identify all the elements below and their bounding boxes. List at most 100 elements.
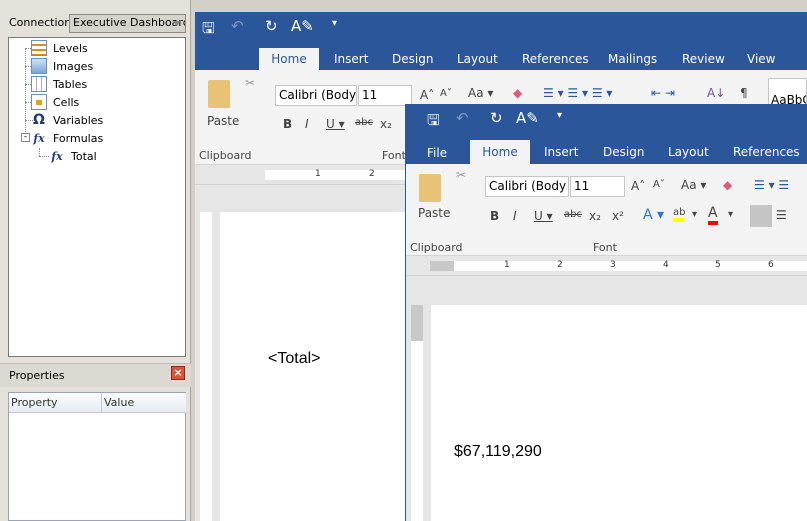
tree-item-label: Cells xyxy=(53,95,80,109)
strikethrough-button[interactable]: abc xyxy=(564,209,582,220)
clear-formatting-icon[interactable]: ◆ xyxy=(513,86,522,100)
tab-references[interactable]: References xyxy=(733,145,800,159)
properties-title: Properties xyxy=(9,369,65,382)
tree-item-tables[interactable]: Tables xyxy=(31,75,87,93)
images-icon xyxy=(31,58,47,74)
tab-design[interactable]: Design xyxy=(603,145,644,159)
font-size-box[interactable]: 11 xyxy=(570,176,625,197)
grow-font-icon[interactable]: A˄ xyxy=(420,88,434,102)
clear-formatting-icon[interactable]: ◆ xyxy=(723,178,732,192)
grow-font-icon[interactable]: A˄ xyxy=(631,179,645,193)
bullets-icon[interactable]: ☰ ▾ ☰ xyxy=(754,178,789,192)
superscript-button[interactable]: x² xyxy=(612,209,624,223)
clipboard-group-label: Clipboard xyxy=(199,149,252,162)
paste-label[interactable]: Paste xyxy=(207,114,239,128)
subscript-button[interactable]: x₂ xyxy=(589,209,601,223)
change-case-icon[interactable]: Aa ▾ xyxy=(468,86,493,100)
change-case-icon[interactable]: Aa ▾ xyxy=(681,178,706,192)
bold-button[interactable]: B xyxy=(283,117,292,131)
tab-home[interactable]: Home xyxy=(470,140,530,164)
properties-table: Property Value xyxy=(8,392,186,521)
tab-view[interactable]: View xyxy=(747,52,775,66)
cut-icon[interactable]: ✂ xyxy=(456,168,466,182)
font-size-box[interactable]: 11 xyxy=(358,85,412,106)
cut-icon[interactable]: ✂ xyxy=(245,76,255,90)
paste-label[interactable]: Paste xyxy=(418,206,450,220)
undo-icon[interactable]: ↶ xyxy=(231,17,244,35)
shrink-font-icon[interactable]: A˅ xyxy=(653,179,665,190)
tab-review[interactable]: Review xyxy=(682,52,725,66)
tab-file[interactable]: File xyxy=(427,146,447,160)
column-header-property[interactable]: Property xyxy=(9,393,102,413)
element-tree: - Levels Images Tables Cells Ω Variables … xyxy=(8,37,186,357)
indent-icon[interactable]: ⇤ ⇥ xyxy=(651,86,675,100)
tree-item-total[interactable]: fx Total xyxy=(49,147,96,165)
tab-insert[interactable]: Insert xyxy=(544,145,578,159)
ruler-number: 1 xyxy=(504,260,510,270)
highlight-color-icon[interactable]: ab xyxy=(673,207,686,222)
spelling-icon[interactable]: A✎ xyxy=(291,17,314,35)
ruler-number: 3 xyxy=(610,260,616,270)
paste-icon[interactable] xyxy=(208,80,230,108)
text-effects-icon[interactable]: A ▾ xyxy=(643,207,664,223)
font-size: 11 xyxy=(574,179,590,193)
undo-icon[interactable]: ↶ xyxy=(456,109,469,127)
redo-icon[interactable]: ↻ xyxy=(490,109,503,127)
font-name: Calibri (Body xyxy=(279,88,357,102)
column-header-value[interactable]: Value xyxy=(102,393,186,413)
document-page[interactable]: $67,119,290 xyxy=(431,305,807,521)
strikethrough-button[interactable]: abc xyxy=(355,117,373,128)
save-icon[interactable]: 🖫 xyxy=(427,110,440,135)
close-icon[interactable]: × xyxy=(171,366,185,380)
connection-dropdown[interactable]: Executive Dashboard xyxy=(69,14,186,33)
tab-mailings[interactable]: Mailings xyxy=(608,52,657,66)
tree-item-variables[interactable]: Ω Variables xyxy=(31,111,103,129)
italic-button[interactable]: I xyxy=(305,117,309,131)
vertical-ruler[interactable] xyxy=(200,212,212,521)
tree-item-cells[interactable]: Cells xyxy=(31,93,79,111)
tab-layout[interactable]: Layout xyxy=(457,52,498,66)
italic-button[interactable]: I xyxy=(513,209,517,223)
underline-button[interactable]: U ▾ xyxy=(326,117,345,131)
underline-button[interactable]: U ▾ xyxy=(534,209,553,223)
tab-references[interactable]: References xyxy=(522,52,589,66)
chevron-down-icon[interactable]: ▾ xyxy=(728,209,733,220)
tree-item-formulas[interactable]: fx Formulas xyxy=(31,129,103,147)
ruler-number: 2 xyxy=(369,169,375,179)
tab-home[interactable]: Home xyxy=(259,48,319,70)
save-icon[interactable]: 🖫 xyxy=(202,18,215,43)
font-name: Calibri (Body xyxy=(489,179,567,193)
total-value: $67,119,290 xyxy=(454,443,542,460)
bullets-icon[interactable]: ☰ ▾ ☰ ▾ ☰ ▾ xyxy=(543,86,612,100)
chevron-down-icon[interactable]: ▾ xyxy=(692,209,697,220)
font-group-label: Font xyxy=(382,149,406,162)
tree-item-levels[interactable]: Levels xyxy=(31,39,88,57)
spelling-icon[interactable]: A✎ xyxy=(516,109,539,127)
customize-quick-access-icon[interactable]: ▾ xyxy=(332,18,337,29)
fx-icon: fx xyxy=(51,149,63,163)
shrink-font-icon[interactable]: A˅ xyxy=(440,88,452,99)
ruler-number: 6 xyxy=(768,260,774,270)
show-paragraph-marks-icon[interactable]: ¶ xyxy=(740,86,748,100)
redo-icon[interactable]: ↻ xyxy=(265,17,278,35)
horizontal-ruler[interactable]: 1 2 3 4 5 6 xyxy=(406,256,807,276)
sort-icon[interactable]: A↓ xyxy=(707,86,725,100)
tab-layout[interactable]: Layout xyxy=(668,145,709,159)
font-name-box[interactable]: Calibri (Body xyxy=(485,176,569,197)
subscript-button[interactable]: x₂ xyxy=(380,117,392,131)
font-color-icon[interactable]: A xyxy=(708,205,718,225)
connection-label: Connection xyxy=(9,16,72,29)
tab-insert[interactable]: Insert xyxy=(334,52,368,66)
align-center-button[interactable]: ☰ xyxy=(776,208,787,222)
align-left-button[interactable] xyxy=(750,205,772,227)
customize-quick-access-icon[interactable]: ▾ xyxy=(557,110,562,121)
paste-icon[interactable] xyxy=(419,174,441,202)
tab-design[interactable]: Design xyxy=(392,52,433,66)
font-name-box[interactable]: Calibri (Body xyxy=(275,85,357,106)
vertical-ruler[interactable] xyxy=(411,305,423,521)
tree-item-label: Variables xyxy=(53,113,104,127)
tree-item-images[interactable]: Images xyxy=(31,57,93,75)
font-size: 11 xyxy=(362,88,378,102)
cells-icon xyxy=(31,94,47,110)
bold-button[interactable]: B xyxy=(490,209,499,223)
